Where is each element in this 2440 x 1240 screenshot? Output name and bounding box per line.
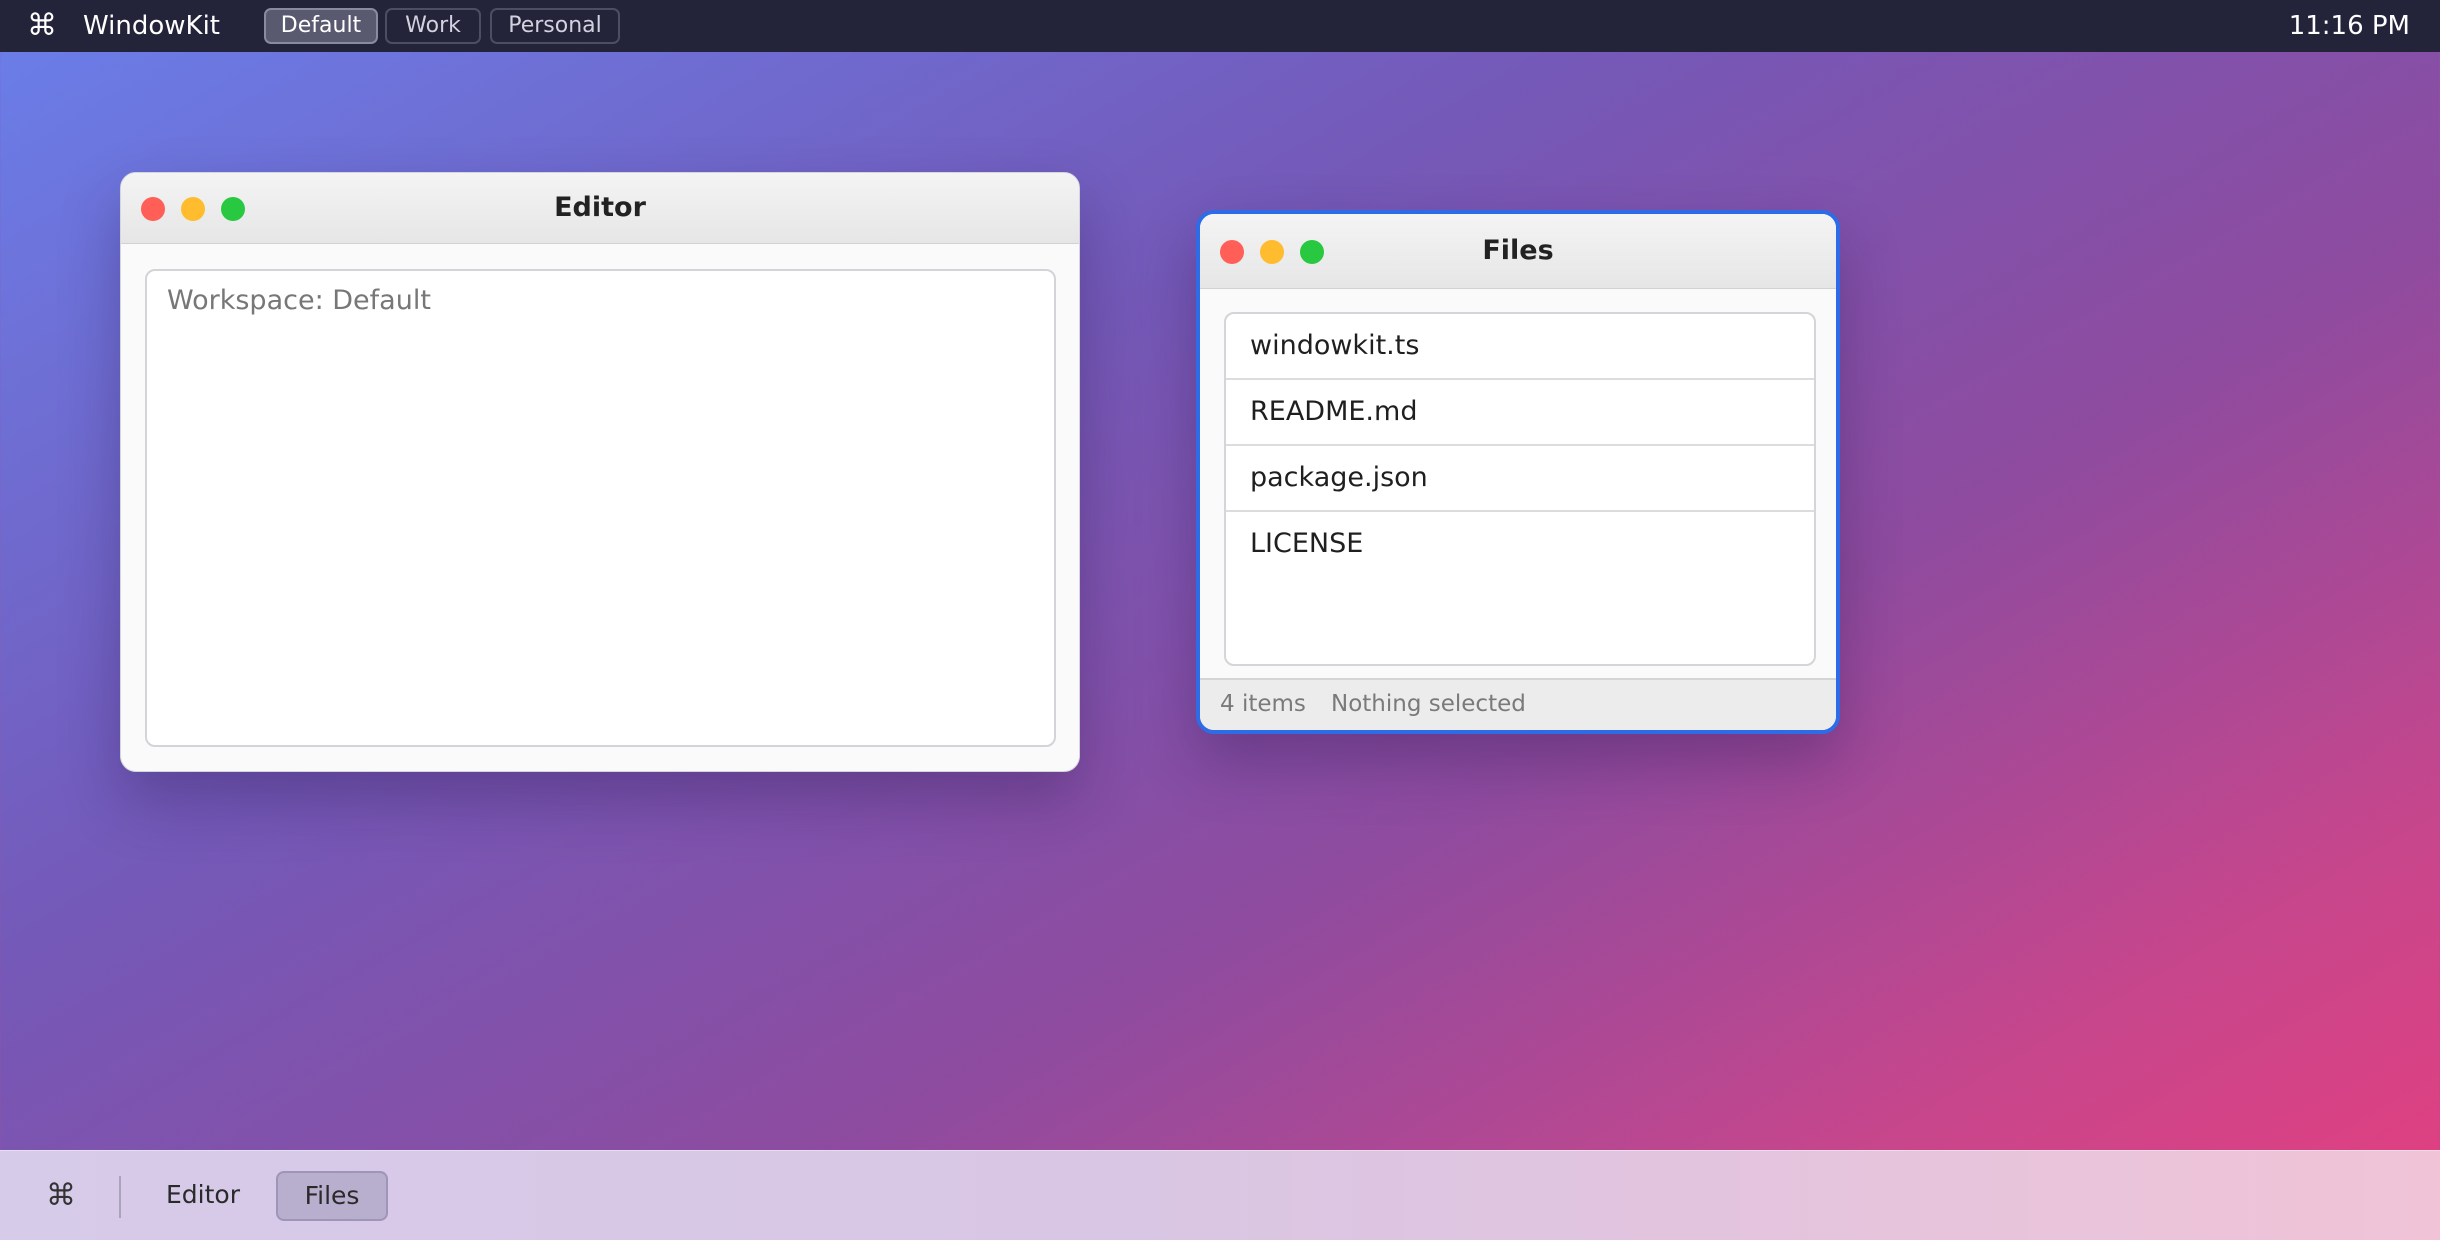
- selection-status: Nothing selected: [1331, 691, 1526, 717]
- workspace-tab-work[interactable]: Work: [385, 8, 481, 44]
- app-name: WindowKit: [83, 11, 220, 41]
- command-icon[interactable]: ⌘: [46, 1151, 76, 1240]
- editor-text-area[interactable]: Workspace: Default: [145, 269, 1056, 747]
- file-list-item[interactable]: README.md: [1226, 380, 1814, 446]
- editor-window-title: Editor: [554, 192, 646, 223]
- files-titlebar[interactable]: Files: [1200, 214, 1836, 289]
- file-list-item[interactable]: windowkit.ts: [1226, 314, 1814, 380]
- file-list-item[interactable]: package.json: [1226, 446, 1814, 512]
- dock-item-files[interactable]: Files: [276, 1171, 388, 1221]
- dock-divider: [119, 1176, 121, 1218]
- item-count: 4 items: [1220, 691, 1306, 717]
- file-list: windowkit.ts README.md package.json LICE…: [1224, 312, 1816, 666]
- editor-window[interactable]: Editor Workspace: Default: [120, 172, 1080, 772]
- files-window-title: Files: [1482, 235, 1554, 266]
- editor-titlebar[interactable]: Editor: [121, 173, 1079, 244]
- menubar-clock: 11:16 PM: [2288, 11, 2410, 41]
- files-window[interactable]: Files windowkit.ts README.md package.jso…: [1196, 210, 1840, 734]
- workspace-tab-default[interactable]: Default: [264, 8, 378, 44]
- command-icon[interactable]: ⌘: [27, 0, 57, 52]
- workspace-tab-personal[interactable]: Personal: [490, 8, 620, 44]
- dock: ⌘ Editor Files: [0, 1150, 2440, 1240]
- menu-bar: ⌘ WindowKit Default Work Personal 11:16 …: [0, 0, 2440, 52]
- file-list-item[interactable]: LICENSE: [1226, 512, 1814, 578]
- dock-item-editor[interactable]: Editor: [156, 1171, 250, 1221]
- files-status-bar: 4 items Nothing selected: [1200, 678, 1836, 730]
